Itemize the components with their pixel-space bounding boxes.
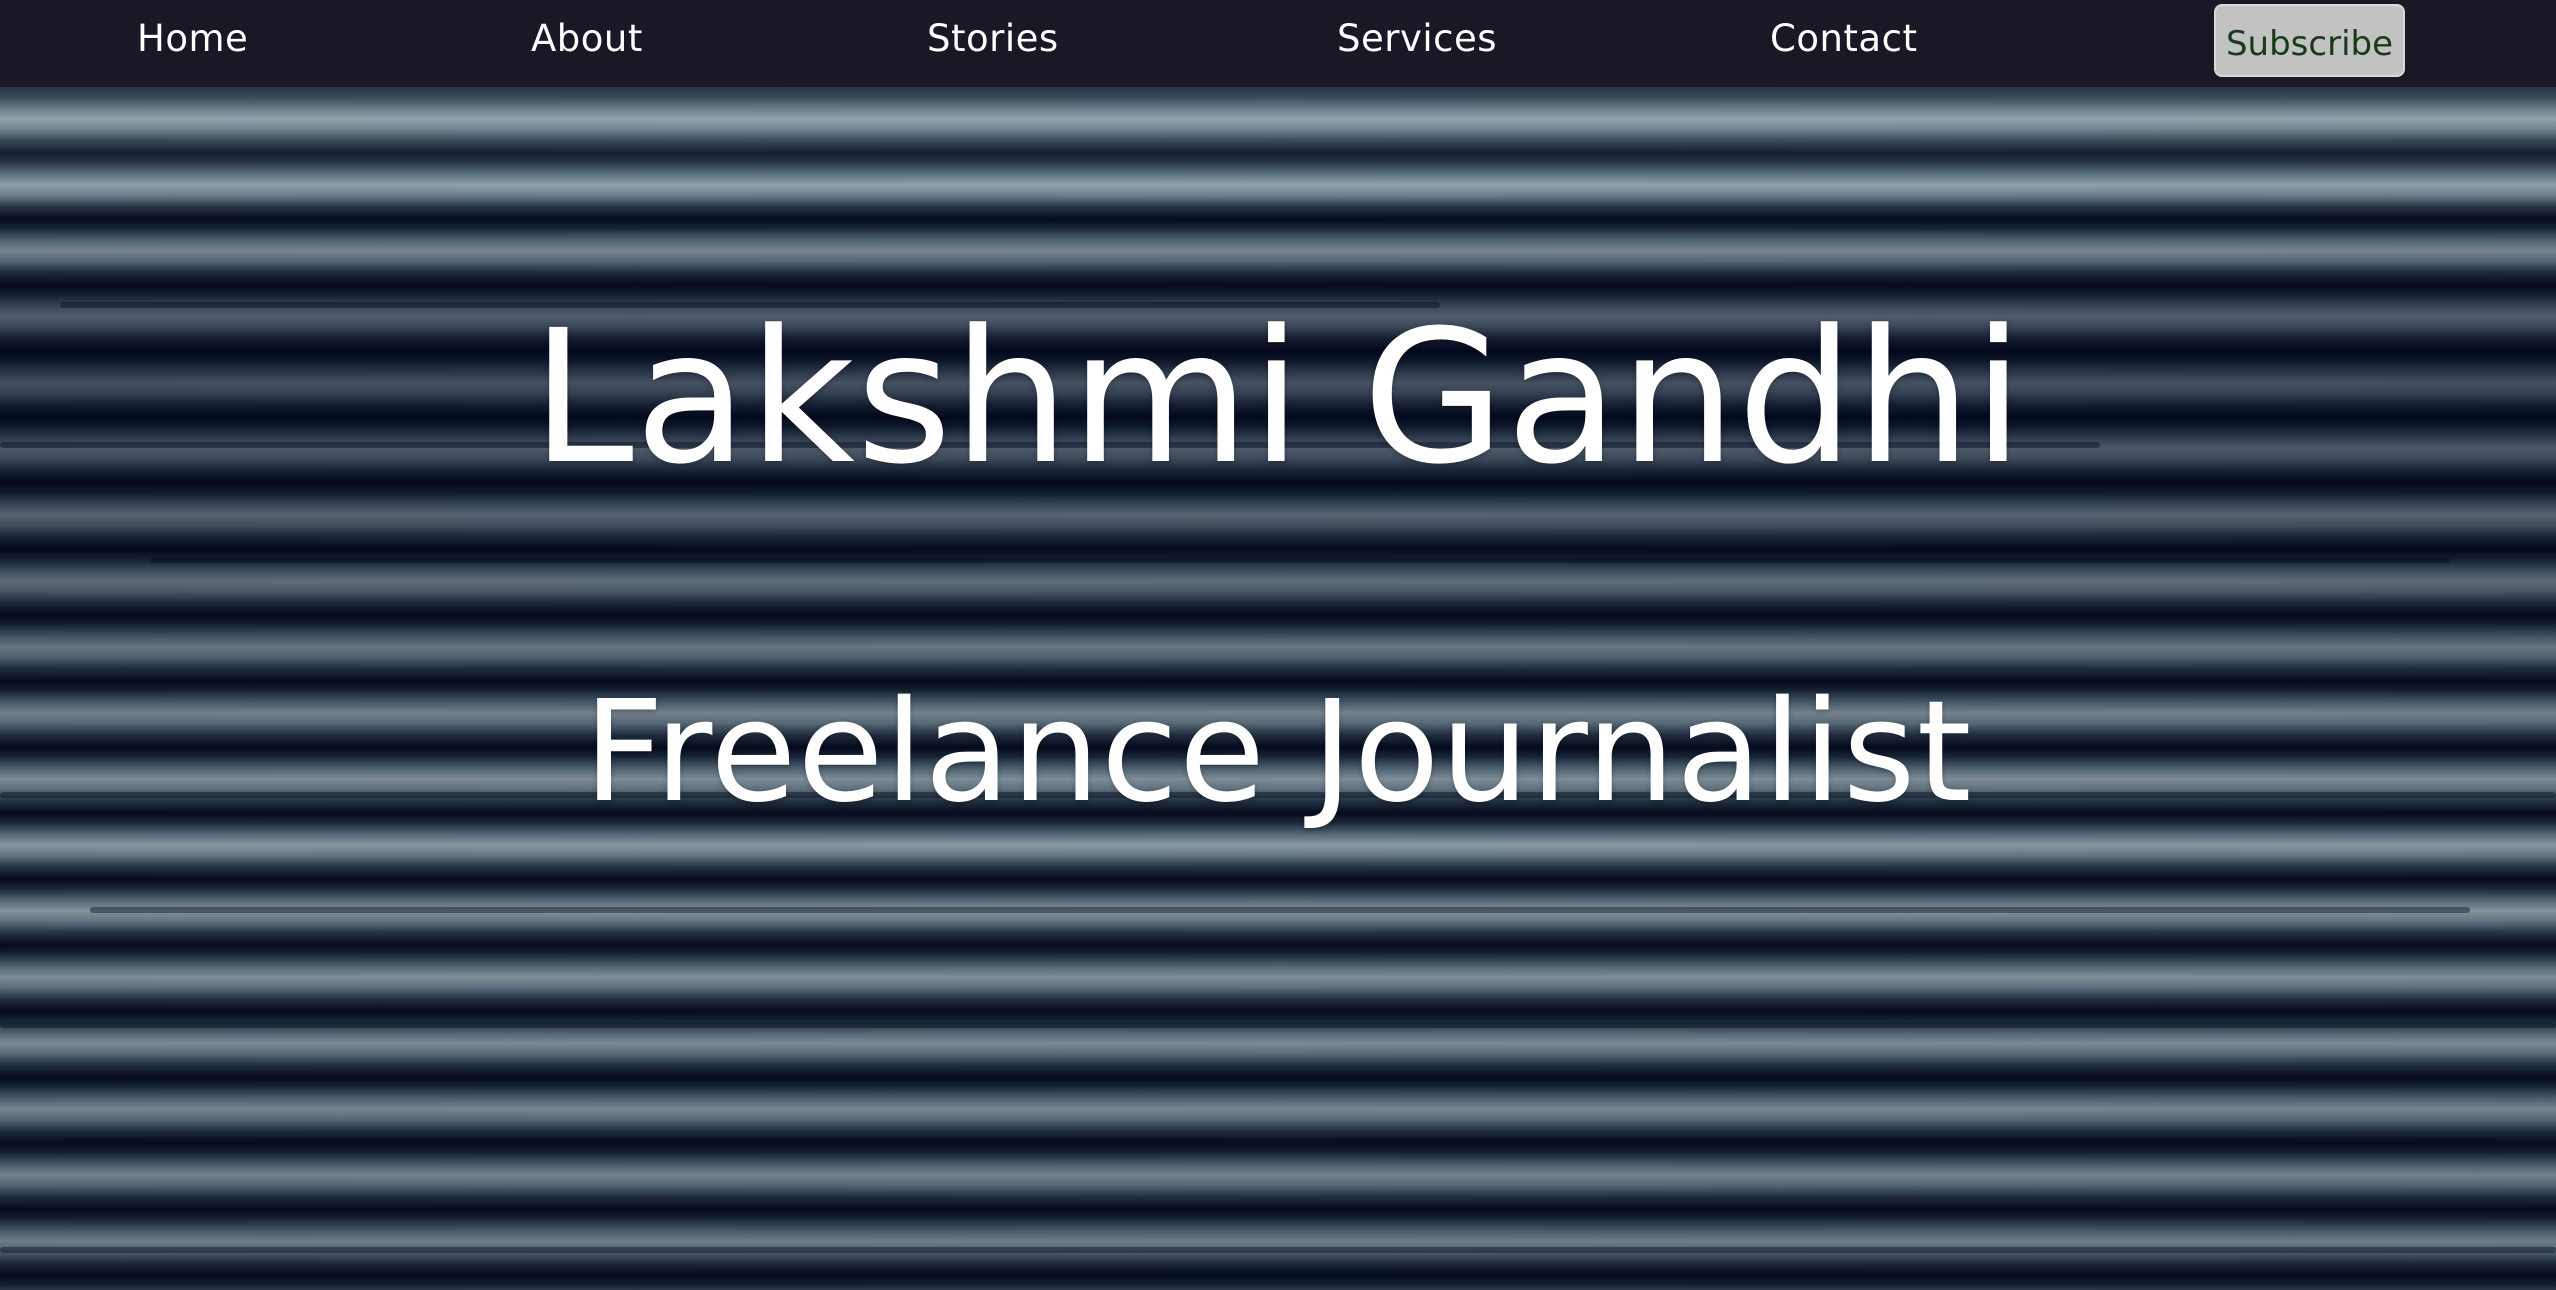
nav-about-link[interactable]: About bbox=[531, 0, 643, 80]
nav-contact-link[interactable]: Contact bbox=[1770, 0, 1917, 80]
hero-subtitle: Freelance Journalist bbox=[583, 671, 1973, 834]
top-navbar: Home About Stories Services Contact Subs… bbox=[0, 0, 2556, 87]
hero-title: Lakshmi Gandhi bbox=[531, 291, 2025, 505]
subscribe-button[interactable]: Subscribe bbox=[2214, 4, 2405, 77]
nav-services-link[interactable]: Services bbox=[1337, 0, 1497, 80]
nav-stories-link[interactable]: Stories bbox=[927, 0, 1059, 80]
nav-home-link[interactable]: Home bbox=[137, 0, 248, 80]
